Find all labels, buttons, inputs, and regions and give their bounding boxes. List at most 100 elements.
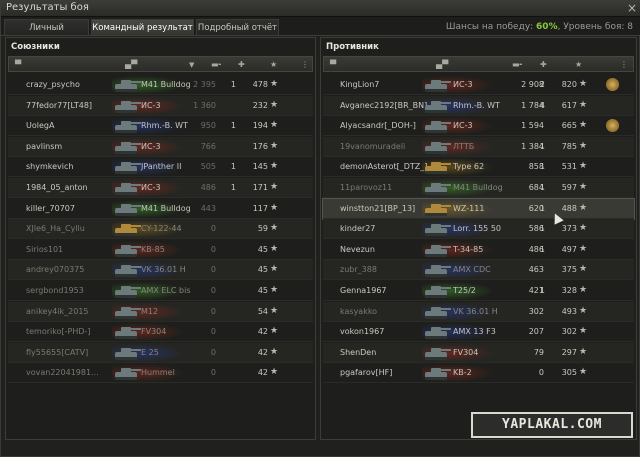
damage-value: 207	[528, 327, 544, 337]
player-name[interactable]: Alyacsandr[_DOH-]	[340, 121, 416, 130]
player-row[interactable]: vokon1967 AMX 13 F3 207 302 ★	[323, 322, 634, 343]
win-chance-info: Шансы на победу: 60%, Уровень боя: 8	[446, 22, 633, 32]
player-row[interactable]: 19vanomuradeli ЛТТБ 1 384 1 785 ★	[323, 136, 634, 157]
player-name[interactable]: Genna1967	[340, 286, 387, 295]
tank-icon	[422, 221, 452, 237]
player-row[interactable]: temoriko[-PHD-] FV304 0 42 ★	[8, 322, 313, 343]
player-name[interactable]: fly55655[CATV]	[26, 348, 88, 357]
player-row[interactable]: pgafarov[HF] KB-2 0 305 ★	[323, 363, 634, 384]
sort-chevron-down-icon[interactable]: ▼	[189, 60, 194, 70]
player-row[interactable]: Alyacsandr[_DOH-] ИС-3 1 594 665 ★	[323, 116, 634, 137]
player-name[interactable]: demonAsterot[_DTZ_]	[340, 162, 427, 171]
player-row[interactable]: demonAsterot[_DTZ_] Type 62 858 1 531 ★	[323, 157, 634, 178]
player-row[interactable]: Genna1967 T25/2 421 1 328 ★	[323, 281, 634, 301]
player-name[interactable]: anikey4ik_2015	[26, 307, 89, 316]
tab-detailed-report[interactable]: Подробный отчёт	[196, 19, 279, 35]
player-row[interactable]: 11parovoz11 M41 Bulldog 684 1 597 ★	[323, 178, 634, 198]
player-name[interactable]: killer_70707	[26, 204, 75, 213]
player-row[interactable]: 1984_05_anton ИС-3 486 1 171 ★	[8, 178, 313, 198]
player-name[interactable]: temoriko[-PHD-]	[26, 327, 91, 336]
player-row[interactable]: kasyakko VK 36.01 H 302 493 ★	[323, 301, 634, 322]
player-name[interactable]: Sirios101	[26, 245, 63, 254]
player-column-icon[interactable]: ▀	[15, 60, 21, 70]
player-name[interactable]: kinder27	[340, 224, 375, 233]
tab-team-result[interactable]: Командный результат	[91, 19, 194, 35]
player-name[interactable]: winstton21[BP_13]	[340, 204, 415, 213]
xp-star-icon: ★	[270, 305, 279, 316]
close-icon[interactable]: ×	[627, 1, 637, 15]
player-name[interactable]: vovan22041981...	[26, 368, 99, 377]
player-name[interactable]: 19vanomuradeli	[340, 142, 405, 151]
player-name[interactable]: pgafarov[HF]	[340, 368, 392, 377]
tank-icon	[112, 221, 142, 237]
damage-column-icon[interactable]: ▬╸	[211, 60, 223, 70]
player-name[interactable]: 11parovoz11	[340, 183, 392, 192]
player-name[interactable]: pavlinsm	[26, 142, 62, 151]
player-name[interactable]: shymkevich	[26, 162, 73, 171]
player-name[interactable]: vokon1967	[340, 327, 384, 336]
player-row[interactable]: kinder27 Lorr. 155 50 586 1 373 ★	[323, 219, 634, 240]
tank-icon	[422, 242, 452, 258]
xp-value: 232	[252, 100, 268, 110]
window-title: Результаты боя	[6, 2, 89, 13]
kills-column-icon[interactable]: ✚	[238, 60, 245, 70]
player-column-icon[interactable]: ▀	[330, 60, 336, 70]
allies-panel: Союзники ▀ ▄▀ ▼ ▬╸ ✚ ★ ⋮ crazy_psycho M41…	[5, 37, 316, 440]
tab-personal-result[interactable]: Личный результат	[4, 19, 89, 49]
player-row[interactable]: Nevezun T-34-85 486 1 497 ★	[323, 240, 634, 260]
medal-icon[interactable]	[606, 78, 619, 91]
player-name[interactable]: sergbond1953	[26, 286, 84, 295]
xp-value: 54	[257, 306, 268, 316]
player-row[interactable]: ShenDen FV304 79 297 ★	[323, 342, 634, 363]
player-row[interactable]: sergbond1953 AMX ELC bis 0 45 ★	[8, 281, 313, 301]
player-row[interactable]: winstton21[BP_13] WZ-111 620 1 488 ★	[322, 197, 635, 220]
player-name[interactable]: zubr_388	[340, 265, 377, 274]
player-row[interactable]: Sirios101 KB-85 0 45 ★	[8, 240, 313, 260]
player-row[interactable]: KingLion7 ИС-3 2 908 2 820 ★	[323, 75, 634, 95]
player-name[interactable]: kasyakko	[340, 307, 377, 316]
player-name[interactable]: UolegA	[26, 121, 54, 130]
tank-icon	[422, 201, 452, 217]
tank-column-icon[interactable]: ▄▀	[436, 60, 448, 70]
xp-star-icon: ★	[579, 285, 588, 295]
player-row[interactable]: vovan22041981... Hummel 0 42 ★	[8, 363, 313, 384]
player-row[interactable]: shymkevich JPanther II 505 1 145 ★	[8, 157, 313, 178]
kills-column-icon[interactable]: ✚	[540, 60, 547, 70]
player-name[interactable]: crazy_psycho	[26, 80, 80, 89]
xp-value: 597	[561, 183, 577, 192]
player-name[interactable]: 77fedor77[LT48]	[26, 101, 92, 110]
xp-column-icon[interactable]: ★	[575, 60, 582, 70]
tank-column-icon[interactable]: ▄▀	[125, 60, 137, 70]
player-name[interactable]: XJle6_Ha_Cyllu	[26, 224, 85, 233]
damage-value: 0	[210, 368, 216, 378]
player-name[interactable]: Nevezun	[340, 245, 375, 254]
player-row[interactable]: crazy_psycho M41 Bulldog 2 395 1 478 ★	[8, 75, 313, 95]
xp-value: 328	[561, 286, 577, 295]
player-name[interactable]: 1984_05_anton	[26, 183, 88, 192]
player-row[interactable]: 77fedor77[LT48] ИС-3 1 360 232 ★	[8, 95, 313, 116]
player-row[interactable]: zubr_388 AMX CDC 463 375 ★	[323, 260, 634, 281]
damage-value: 0	[210, 327, 216, 337]
player-row[interactable]: Avganec2192[BR_BN] Rhm.-B. WT 1 784 4 617 ★	[323, 95, 634, 116]
watermark: YAPLAKAL.COM	[471, 412, 633, 438]
tank-icon	[422, 159, 452, 175]
player-row[interactable]: pavlinsm ИС-3 766 176 ★	[8, 136, 313, 157]
damage-value: 0	[538, 368, 544, 378]
player-row[interactable]: fly55655[CATV] E 25 0 42 ★	[8, 342, 313, 363]
xp-column-icon[interactable]: ★	[270, 60, 277, 70]
player-name[interactable]: andrey070375	[26, 265, 84, 274]
player-row[interactable]: andrey070375 VK 36.01 H 0 45 ★	[8, 260, 313, 281]
player-name[interactable]: ShenDen	[340, 348, 376, 357]
medal-icon[interactable]	[606, 119, 619, 133]
damage-value: 302	[528, 306, 544, 316]
player-row[interactable]: XJle6_Ha_Cyllu CY-122-44 0 59 ★	[8, 219, 313, 240]
more-column-icon[interactable]: ⋮	[301, 60, 309, 70]
player-name[interactable]: Avganec2192[BR_BN]	[340, 101, 427, 110]
player-row[interactable]: anikey4ik_2015 M12 0 54 ★	[8, 301, 313, 322]
damage-column-icon[interactable]: ▬╸	[512, 60, 524, 70]
xp-value: 59	[257, 224, 268, 234]
player-row[interactable]: killer_70707 M41 Bulldog 443 117 ★	[8, 199, 313, 219]
player-name[interactable]: KingLion7	[340, 80, 379, 89]
more-column-icon[interactable]: ⋮	[620, 60, 628, 70]
player-row[interactable]: UolegA Rhm.-B. WT 950 1 194 ★	[8, 116, 313, 137]
